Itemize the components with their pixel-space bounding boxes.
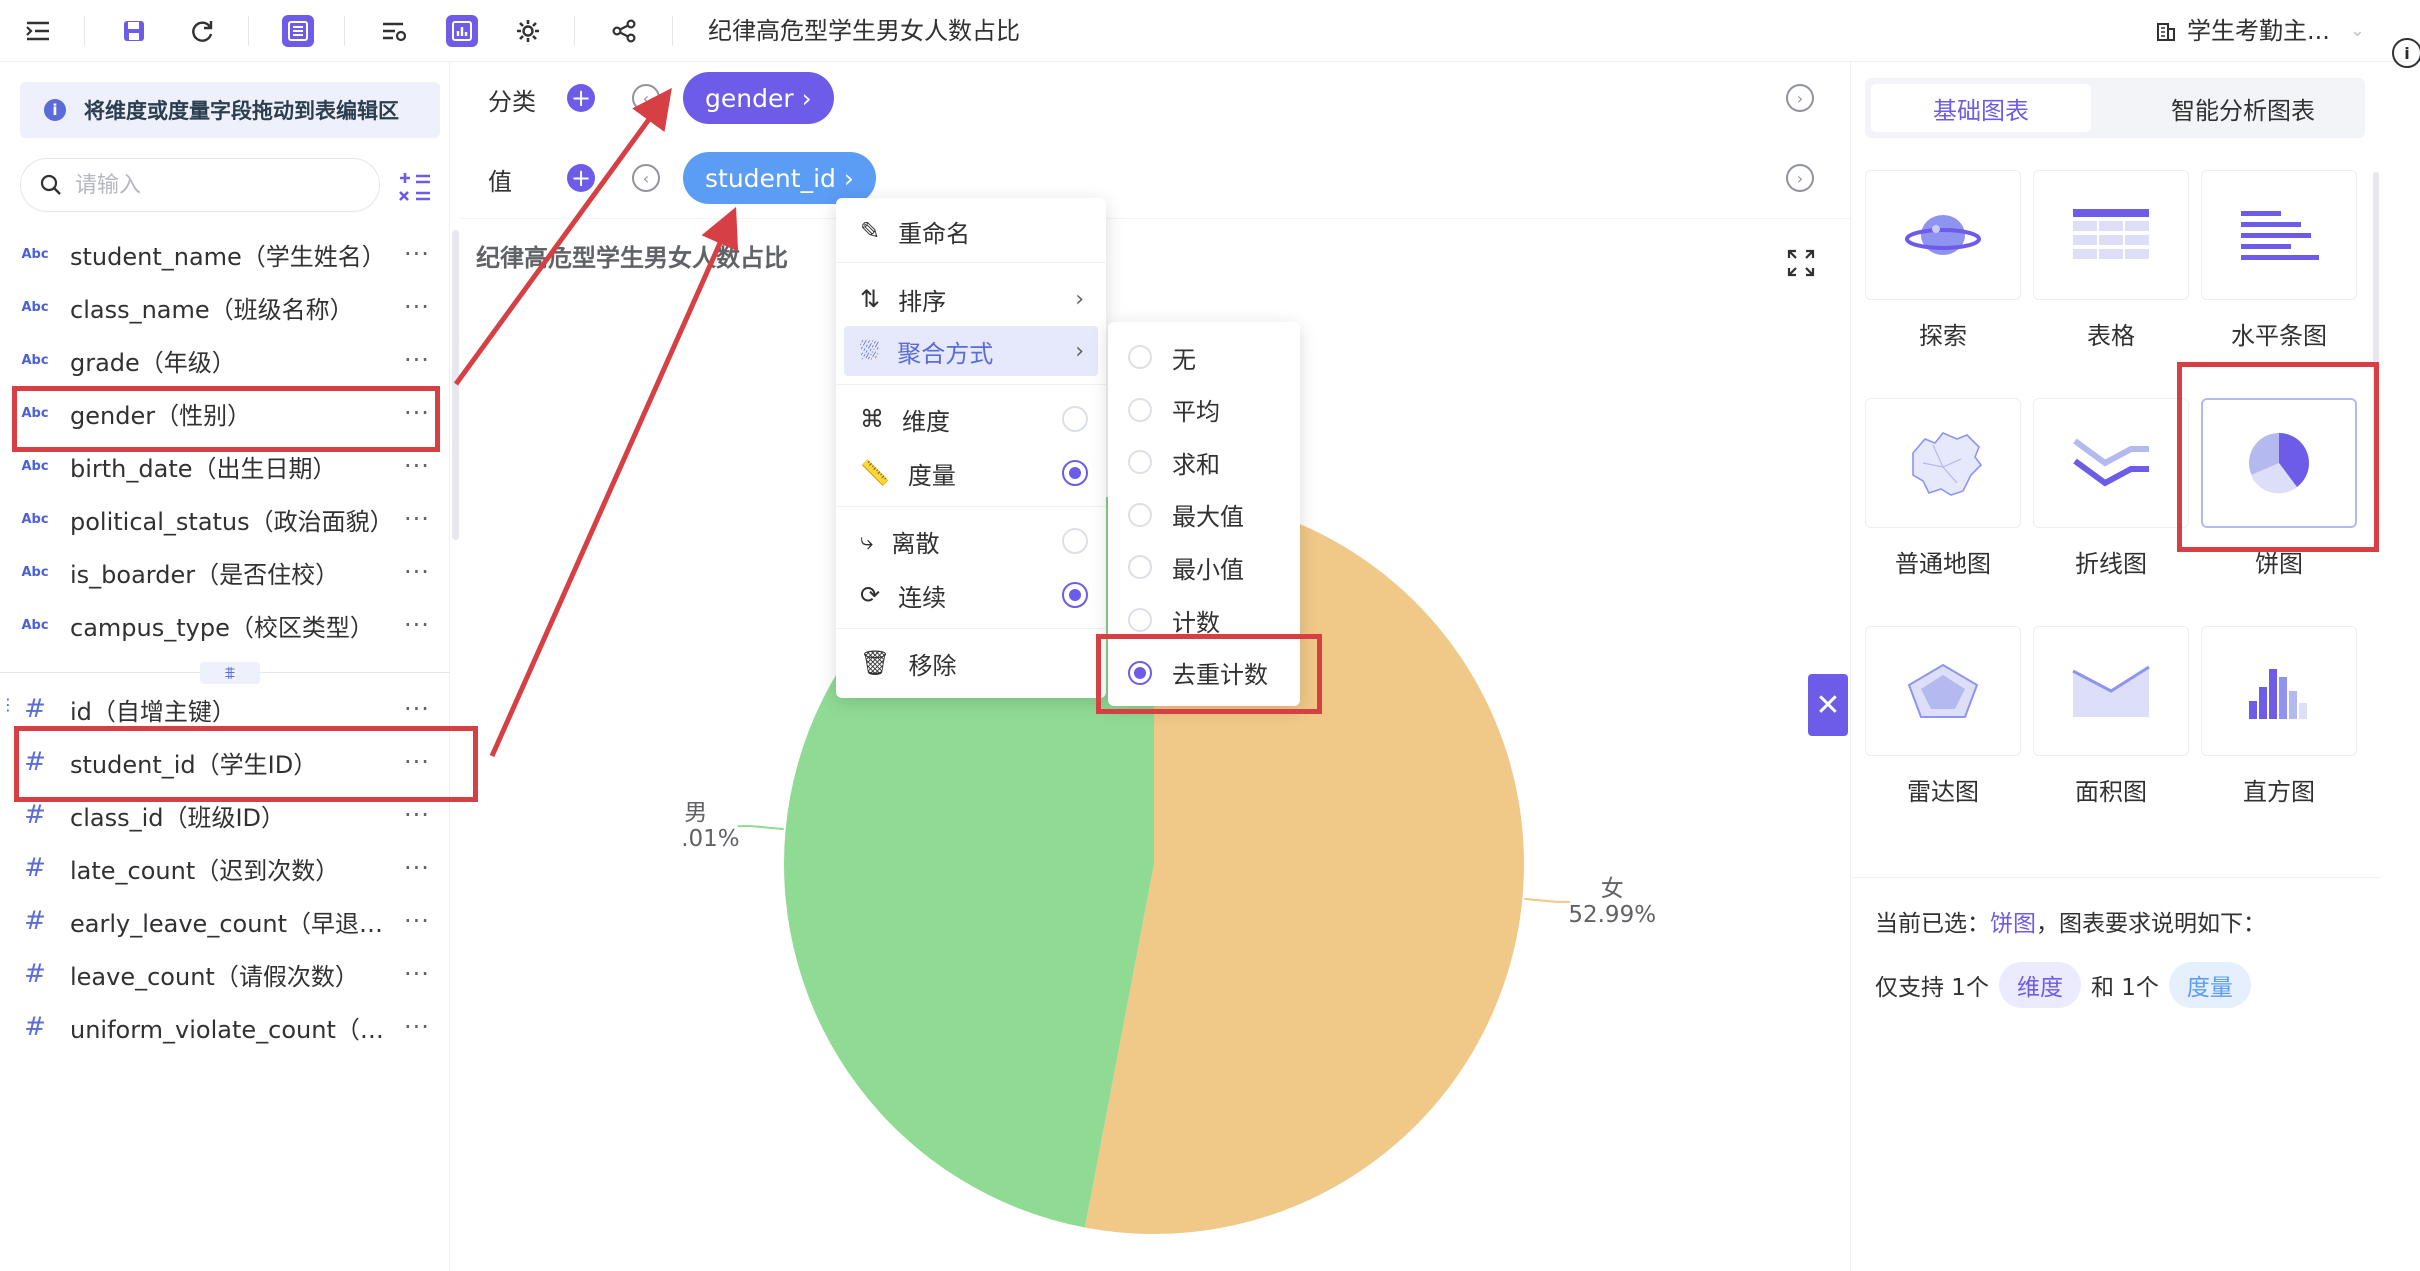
annotation-arrows — [453, 87, 739, 758]
